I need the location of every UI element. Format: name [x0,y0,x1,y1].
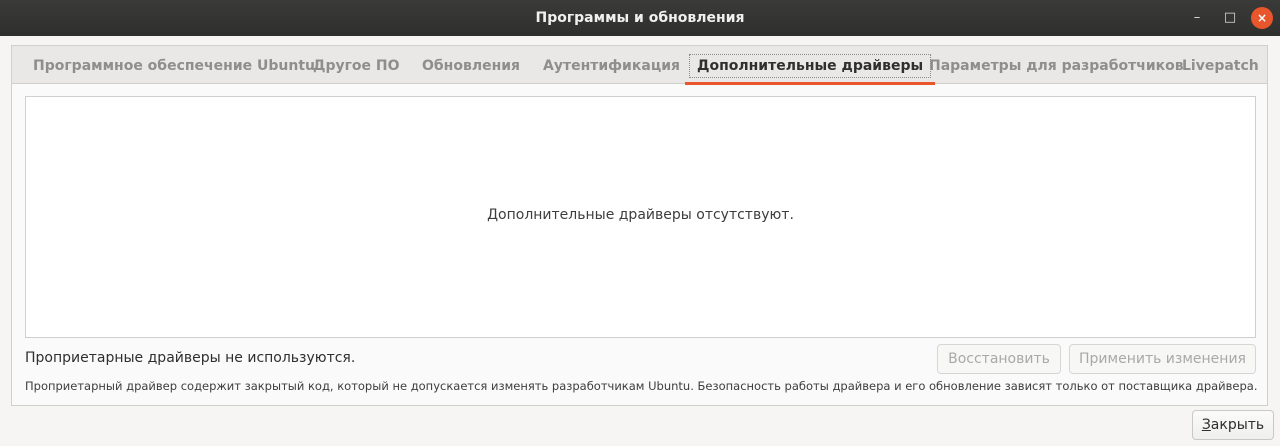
settings-notebook: Программное обеспечение Ubuntu Другое ПО… [11,45,1268,406]
drivers-status: Проприетарные драйверы не используются. [25,350,356,366]
tab-label: Программное обеспечение Ubuntu [33,58,315,74]
maximize-icon[interactable]: □ [1219,7,1241,29]
apply-changes-button[interactable]: Применить изменения [1069,344,1256,374]
tab-authentication[interactable]: Аутентификация [543,46,680,84]
proprietary-driver-note: Проприетарный драйвер содержит закрытый … [25,379,1258,393]
tab-updates[interactable]: Обновления [422,46,520,84]
window-title: Программы и обновления [535,10,745,26]
close-button-mnemonic: З [1201,417,1211,433]
restore-button[interactable]: Восстановить [937,344,1061,374]
close-button-label: акрыть [1210,417,1265,433]
title-bar: Программы и обновления – □ × [0,0,1280,36]
drivers-list: Дополнительные драйверы отсутствуют. [25,96,1256,338]
close-button[interactable]: Закрыть [1192,410,1274,440]
tab-label: Другое ПО [313,58,400,74]
tab-developer-options[interactable]: Параметры для разработчиков [929,46,1184,84]
tab-label: Параметры для разработчиков [929,58,1184,74]
tab-other-software[interactable]: Другое ПО [313,46,400,84]
tab-livepatch[interactable]: Livepatch [1182,46,1259,84]
tab-label: Дополнительные драйверы [689,54,932,78]
close-window-icon[interactable]: × [1251,7,1273,29]
tab-label: Livepatch [1182,58,1259,74]
tab-additional-drivers[interactable]: Дополнительные драйверы [685,46,936,85]
tab-label: Аутентификация [543,58,680,74]
active-tab-indicator [685,82,936,85]
empty-drivers-message: Дополнительные драйверы отсутствуют. [487,207,794,223]
tab-label: Обновления [422,58,521,74]
minimize-icon[interactable]: – [1186,7,1208,29]
tab-bar: Программное обеспечение Ubuntu Другое ПО… [12,46,1267,85]
tab-ubuntu-software[interactable]: Программное обеспечение Ubuntu [33,46,315,84]
